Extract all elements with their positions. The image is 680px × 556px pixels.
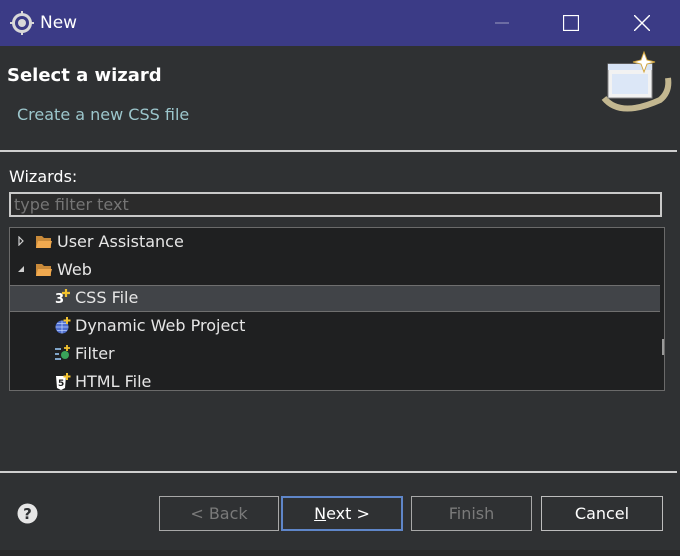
close-icon	[634, 15, 650, 31]
back-button-label: < Back	[190, 504, 248, 523]
expand-arrow-icon[interactable]	[16, 236, 26, 246]
finish-button-label: Finish	[448, 504, 495, 523]
tree-item-html-file[interactable]: 5 HTML File	[10, 369, 660, 391]
back-button[interactable]: < Back	[159, 496, 279, 531]
svg-text:?: ?	[23, 505, 32, 523]
close-button[interactable]	[619, 0, 665, 46]
tree-item-label: Dynamic Web Project	[75, 316, 246, 335]
minimize-button[interactable]	[479, 0, 525, 46]
finish-button[interactable]: Finish	[411, 496, 532, 531]
next-label-rest: ext >	[326, 504, 370, 523]
wizard-banner-icon	[601, 50, 672, 112]
help-icon[interactable]: ?	[17, 503, 38, 524]
html-file-icon: 5	[56, 373, 71, 390]
tree-item-user-assistance[interactable]: User Assistance	[10, 229, 660, 256]
svg-text:5: 5	[58, 379, 64, 389]
maximize-button[interactable]	[548, 0, 594, 46]
wizard-tree[interactable]: User Assistance Web 3 CSS File Dynamic W…	[9, 227, 665, 391]
svg-text:3: 3	[55, 292, 64, 307]
next-button[interactable]: Next >	[281, 496, 403, 531]
web-project-icon	[55, 317, 71, 334]
filter-icon	[55, 345, 70, 360]
tree-item-label: Web	[57, 260, 92, 279]
tree-item-label: User Assistance	[57, 232, 184, 251]
tree-item-css-file[interactable]: 3 CSS File	[10, 285, 660, 312]
tree-scrollbar[interactable]	[662, 339, 664, 355]
footer-separator	[0, 471, 677, 473]
minimize-icon	[495, 22, 509, 24]
title-bar: New	[0, 0, 680, 46]
tree-item-label: CSS File	[75, 288, 139, 307]
folder-open-icon	[36, 264, 52, 276]
collapse-arrow-icon[interactable]	[16, 264, 26, 274]
window-title: New	[40, 13, 78, 33]
tree-item-web[interactable]: Web	[10, 257, 660, 284]
maximize-icon	[563, 15, 579, 31]
tree-item-filter[interactable]: Filter	[10, 341, 660, 368]
css-file-icon: 3	[55, 289, 70, 307]
next-button-label: Next >	[314, 504, 370, 523]
cancel-button[interactable]: Cancel	[541, 496, 663, 531]
cancel-button-label: Cancel	[574, 504, 630, 523]
wizard-header: Select a wizard Create a new CSS file	[0, 46, 680, 150]
filter-input[interactable]	[9, 192, 662, 217]
page-description: Create a new CSS file	[17, 105, 190, 124]
taskbar-strip	[0, 550, 680, 556]
page-title: Select a wizard	[7, 65, 162, 86]
eclipse-gear-icon	[10, 11, 34, 35]
next-mnemonic: N	[314, 504, 327, 523]
header-separator	[0, 150, 677, 152]
folder-icon	[36, 236, 52, 248]
wizards-label: Wizards:	[9, 167, 78, 186]
tree-item-label: HTML File	[75, 372, 152, 391]
tree-item-label: Filter	[75, 344, 115, 363]
tree-item-dynamic-web-project[interactable]: Dynamic Web Project	[10, 313, 660, 340]
